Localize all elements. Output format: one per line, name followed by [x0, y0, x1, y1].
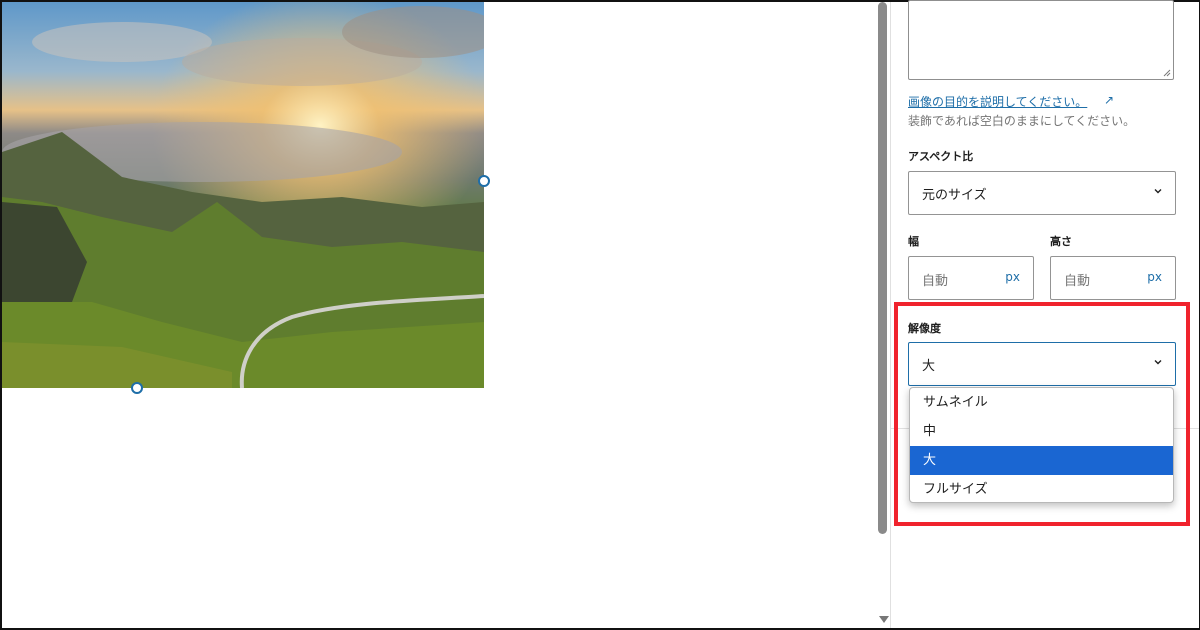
resolution-option-medium[interactable]: 中 — [910, 417, 1173, 446]
alt-text-help-link[interactable]: 画像の目的を説明してください。 — [908, 93, 1087, 110]
landscape-illustration — [2, 2, 484, 388]
alt-text-help-text: 装飾であれば空白のままにしてください。 — [908, 114, 1136, 128]
resolution-option-full-size[interactable]: フルサイズ — [910, 475, 1173, 502]
height-input[interactable]: 自動 px — [1050, 256, 1176, 300]
resolution-option-large[interactable]: 大 — [910, 446, 1173, 475]
aspect-ratio-value: 元のサイズ — [922, 187, 987, 203]
alt-text-textarea[interactable] — [908, 0, 1174, 80]
scroll-down-arrow-icon[interactable] — [879, 616, 889, 623]
height-placeholder: 自動 — [1064, 274, 1091, 289]
chevron-down-icon — [1154, 360, 1162, 365]
height-unit: px — [1147, 270, 1162, 284]
canvas-scrollbar[interactable] — [876, 0, 890, 630]
resize-handle-right[interactable] — [478, 175, 490, 187]
width-label: 幅 — [908, 235, 919, 248]
height-label: 高さ — [1050, 235, 1072, 248]
resolution-dropdown-list: サムネイル 中 大 フルサイズ — [909, 387, 1174, 503]
landscape-image[interactable] — [2, 2, 484, 388]
width-placeholder: 自動 — [922, 274, 949, 289]
resize-grip-icon[interactable] — [1163, 69, 1171, 77]
resize-handle-bottom[interactable] — [131, 382, 143, 394]
chevron-down-icon — [1154, 189, 1162, 194]
editor-canvas — [2, 2, 875, 626]
scrollbar-thumb[interactable] — [878, 2, 887, 534]
resolution-option-thumbnail[interactable]: サムネイル — [910, 388, 1173, 417]
width-unit: px — [1005, 270, 1020, 284]
aspect-ratio-select[interactable]: 元のサイズ — [908, 171, 1176, 215]
external-link-icon: ↗ — [1104, 93, 1115, 107]
resolution-label: 解像度 — [908, 322, 941, 335]
settings-sidebar: 画像の目的を説明してください。 ↗ 装飾であれば空白のままにしてください。 アス… — [890, 0, 1199, 628]
resolution-select[interactable]: 大 — [908, 342, 1176, 386]
width-input[interactable]: 自動 px — [908, 256, 1034, 300]
resolution-value: 大 — [922, 358, 936, 374]
aspect-ratio-label: アスペクト比 — [908, 150, 974, 163]
